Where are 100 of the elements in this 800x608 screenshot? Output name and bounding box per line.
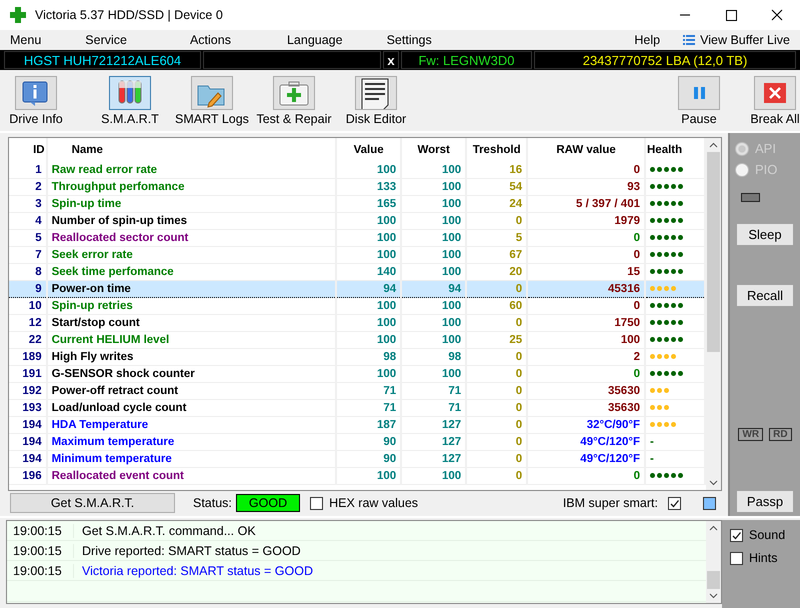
table-cell: 3 (9, 196, 47, 212)
table-cell: Reallocated event count (46, 468, 336, 484)
column-header[interactable]: Value (336, 138, 402, 162)
table-cell: 0 (466, 348, 528, 366)
option-checkbox[interactable] (730, 552, 743, 564)
table-cell: 0 (466, 468, 528, 484)
firmware-label: Fw: LEGNW3D0 (401, 51, 532, 69)
table-cell: 94 (401, 280, 466, 298)
menu-item[interactable]: Menu (10, 33, 42, 47)
table-row[interactable]: 2 Throughput perfomance 133 100 54 93 (9, 178, 705, 196)
table-cell: 100 (401, 196, 466, 212)
get-smart-button[interactable]: Get S.M.A.R.T. (10, 493, 175, 513)
toolbar-button[interactable]: Drive Info (8, 70, 64, 131)
table-cell: 0 (466, 366, 528, 382)
table-cell: 71 (401, 400, 466, 416)
toolbar-button[interactable]: Test & Repair (254, 70, 334, 131)
column-header[interactable]: Name (46, 138, 336, 162)
scroll-thumb[interactable] (707, 571, 720, 589)
table-row[interactable]: 1 Raw read error rate 100 100 16 0 (9, 162, 705, 178)
ibm-checkbox[interactable] (668, 496, 681, 510)
table-cell: Spin-up retries (46, 298, 336, 314)
table-row[interactable]: 7 Seek error rate 100 100 67 0 (9, 246, 705, 264)
table-row[interactable]: 10 Spin-up retries 100 100 60 0 (9, 298, 705, 314)
table-cell: 100 (336, 332, 402, 348)
table-row[interactable]: 194 Maximum temperature 90 127 0 49°C/120°F - (9, 434, 705, 450)
menu-item[interactable]: Help (634, 33, 660, 47)
table-row[interactable]: 191 G-SENSOR shock counter 100 100 0 0 (9, 366, 705, 382)
menu-item[interactable]: Service (85, 33, 127, 47)
log-time: 19:00:15 (7, 524, 74, 538)
column-header[interactable]: Worst (401, 138, 466, 162)
table-cell: 0 (527, 366, 645, 382)
table-row[interactable]: 22 Current HELIUM level 100 100 25 100 (9, 332, 705, 348)
table-row[interactable]: 5 Reallocated sector count 100 100 5 0 (9, 230, 705, 246)
table-row[interactable]: 192 Power-off retract count 71 71 0 35630 (9, 382, 705, 400)
table-cell: 25 (466, 332, 528, 348)
view-buffer-button[interactable]: View Buffer Live (682, 33, 790, 47)
table-cell: 16 (466, 162, 528, 178)
capacity-label: 23437770752 LBA (12,0 TB) (534, 51, 796, 69)
table-row[interactable]: 4 Number of spin-up times 100 100 0 1979 (9, 212, 705, 230)
table-cell: 100 (336, 298, 402, 314)
table-cell: Load/unload cycle count (46, 400, 336, 416)
table-cell: 4 (9, 212, 47, 230)
table-cell: 127 (401, 434, 466, 450)
table-cell: 7 (9, 246, 47, 264)
side-button[interactable]: Passp (737, 491, 793, 512)
table-cell: Throughput perfomance (46, 178, 336, 196)
table-cell: 0 (466, 280, 528, 298)
table-cell: 49°C/120°F (527, 434, 645, 450)
checkbox-label: Sound (749, 528, 786, 542)
table-row[interactable]: 3 Spin-up time 165 100 24 5 / 397 / 401 (9, 196, 705, 212)
table-cell: 133 (336, 178, 402, 196)
table-cell: 0 (466, 400, 528, 416)
close-drive-button[interactable]: x (383, 51, 399, 69)
toolbar-button[interactable]: Disk Editor (336, 70, 416, 131)
table-cell: 5 (9, 230, 47, 246)
table-cell: 0 (466, 416, 528, 434)
table-cell: 5 / 397 / 401 (527, 196, 645, 212)
plus-icon (9, 6, 27, 24)
scrollbar[interactable] (706, 521, 721, 603)
toolbar-button[interactable]: S.M.A.R.T (90, 70, 170, 131)
table-cell: 127 (401, 416, 466, 434)
column-header[interactable]: ID (9, 138, 47, 162)
table-row[interactable]: 196 Reallocated event count 100 100 0 0 (9, 468, 705, 484)
table-row[interactable]: 194 HDA Temperature 187 127 0 32°C/90°F (9, 416, 705, 434)
table-cell: 54 (466, 178, 528, 196)
column-header[interactable]: Treshold (466, 138, 528, 162)
table-cell: 193 (9, 400, 47, 416)
table-cell: 194 (9, 450, 47, 468)
toolbar-button[interactable]: SMART Logs (172, 70, 252, 131)
scroll-thumb[interactable] (707, 152, 720, 352)
table-row[interactable]: 12 Start/stop count 100 100 0 1750 (9, 314, 705, 332)
table-row[interactable]: 9 Power-on time 94 94 0 45316 (9, 280, 705, 298)
table-cell: 100 (401, 468, 466, 484)
color-swatch[interactable] (703, 496, 716, 510)
checkbox-label: IBM super smart: (562, 496, 658, 510)
table-cell: 194 (9, 434, 47, 450)
table-cell: 191 (9, 366, 47, 382)
table-cell: 100 (401, 212, 466, 230)
table-cell: 0 (527, 298, 645, 314)
menu-item[interactable]: Actions (190, 33, 231, 47)
check-icon (731, 530, 742, 540)
menu-item[interactable]: Language (286, 33, 343, 47)
table-cell: 2 (527, 348, 645, 366)
table-cell: 0 (466, 212, 528, 230)
table-row[interactable]: 193 Load/unload cycle count 71 71 0 35630 (9, 400, 705, 416)
table-cell: 49°C/120°F (527, 450, 645, 468)
side-button[interactable]: Sleep (737, 224, 793, 245)
table-cell: 5 (466, 230, 528, 246)
hex-checkbox[interactable] (310, 496, 324, 510)
scrollbar[interactable] (706, 138, 721, 490)
option-checkbox[interactable] (730, 528, 743, 542)
menu-item[interactable]: Settings (386, 33, 432, 47)
side-button[interactable]: Recall (737, 285, 793, 306)
table-row[interactable]: 194 Minimum temperature 90 127 0 49°C/120°F - (9, 450, 705, 468)
table-cell: 0 (466, 450, 528, 468)
table-cell: 194 (9, 416, 47, 434)
table-cell: 165 (336, 196, 402, 212)
column-header[interactable]: RAW value (527, 138, 645, 162)
table-row[interactable]: 189 High Fly writes 98 98 0 2 (9, 348, 705, 366)
table-cell: Maximum temperature (46, 434, 336, 450)
